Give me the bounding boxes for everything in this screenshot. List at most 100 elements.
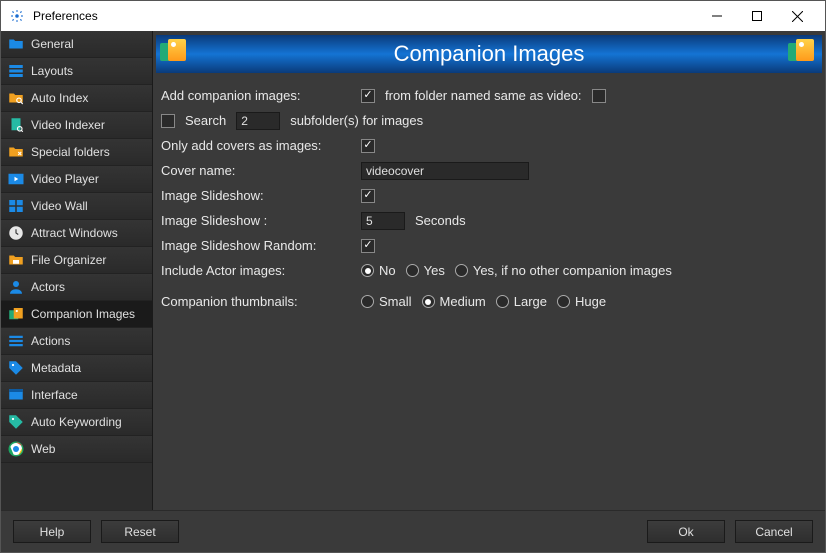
sidebar-item-label: Web <box>31 442 55 456</box>
thumbnail-size-radio[interactable] <box>422 295 435 308</box>
thumbnail-size-radio[interactable] <box>557 295 570 308</box>
slideshow-label: Image Slideshow: <box>161 188 361 203</box>
maximize-button[interactable] <box>737 1 777 31</box>
slideshow-interval-input[interactable] <box>361 212 405 230</box>
include-actor-radio-label: No <box>379 263 396 278</box>
include-actor-label: Include Actor images: <box>161 263 361 278</box>
include-actor-radio[interactable] <box>455 264 468 277</box>
thumbnail-size-radio-label: Large <box>514 294 547 309</box>
tag-icon <box>7 359 25 377</box>
sidebar-item-file-organizer[interactable]: File Organizer <box>1 247 152 274</box>
sidebar-item-web[interactable]: Web <box>1 436 152 463</box>
companion-images-icon <box>788 39 818 69</box>
wall-icon <box>7 197 25 215</box>
slideshow-random-checkbox[interactable] <box>361 239 375 253</box>
include-actor-radio[interactable] <box>406 264 419 277</box>
only-covers-checkbox[interactable] <box>361 139 375 153</box>
include-actor-radio-label: Yes, if no other companion images <box>473 263 672 278</box>
sidebar-item-companion-images[interactable]: Companion Images <box>1 301 152 328</box>
app-gear-icon <box>9 8 25 24</box>
sidebar-item-video-wall[interactable]: Video Wall <box>1 193 152 220</box>
only-covers-label: Only add covers as images: <box>161 138 361 153</box>
thumbnail-size-option[interactable]: Large <box>496 294 547 309</box>
window-title: Preferences <box>33 9 697 23</box>
auto-index-icon <box>7 89 25 107</box>
add-companion-label: Add companion images: <box>161 88 361 103</box>
minimize-button[interactable] <box>697 1 737 31</box>
ok-button[interactable]: Ok <box>647 520 725 543</box>
cancel-button[interactable]: Cancel <box>735 520 813 543</box>
cover-name-input[interactable] <box>361 162 529 180</box>
content-pane: Companion Images Add companion images: f… <box>153 31 825 510</box>
thumbnail-size-option[interactable]: Huge <box>557 294 606 309</box>
sidebar-item-label: Auto Index <box>31 91 88 105</box>
clock-icon <box>7 224 25 242</box>
include-actor-option[interactable]: Yes <box>406 263 445 278</box>
player-icon <box>7 170 25 188</box>
sidebar-item-metadata[interactable]: Metadata <box>1 355 152 382</box>
sidebar-item-attract-windows[interactable]: Attract Windows <box>1 220 152 247</box>
slideshow-interval-unit: Seconds <box>415 213 466 228</box>
sidebar-item-label: Attract Windows <box>31 226 118 240</box>
layouts-icon <box>7 62 25 80</box>
sidebar-item-label: Layouts <box>31 64 73 78</box>
include-actor-option[interactable]: Yes, if no other companion images <box>455 263 672 278</box>
close-button[interactable] <box>777 1 817 31</box>
sidebar-item-auto-keywording[interactable]: Auto Keywording <box>1 409 152 436</box>
thumbnail-size-radio[interactable] <box>496 295 509 308</box>
sidebar-item-video-indexer[interactable]: Video Indexer <box>1 112 152 139</box>
from-folder-checkbox[interactable] <box>592 89 606 103</box>
folder-blue-icon <box>7 35 25 53</box>
actions-icon <box>7 332 25 350</box>
companion-icon <box>7 305 25 323</box>
include-actor-radio[interactable] <box>361 264 374 277</box>
sidebar-item-label: Metadata <box>31 361 81 375</box>
web-icon <box>7 440 25 458</box>
search-count-input[interactable] <box>236 112 280 130</box>
sidebar-item-special-folders[interactable]: Special folders <box>1 139 152 166</box>
thumbnail-size-radio[interactable] <box>361 295 374 308</box>
thumbnail-size-radio-label: Huge <box>575 294 606 309</box>
keywording-icon <box>7 413 25 431</box>
include-actor-radio-label: Yes <box>424 263 445 278</box>
sidebar-item-label: Video Indexer <box>31 118 105 132</box>
add-companion-checkbox[interactable] <box>361 89 375 103</box>
banner-title: Companion Images <box>394 41 585 67</box>
sidebar-item-auto-index[interactable]: Auto Index <box>1 85 152 112</box>
thumbnail-size-radio-label: Small <box>379 294 412 309</box>
search-suffix-label: subfolder(s) for images <box>290 113 423 128</box>
titlebar: Preferences <box>1 1 825 31</box>
search-subfolders-checkbox[interactable] <box>161 114 175 128</box>
sidebar-item-label: Companion Images <box>31 307 135 321</box>
from-folder-label: from folder named same as video: <box>385 88 582 103</box>
sidebar-item-general[interactable]: General <box>1 31 152 58</box>
slideshow-random-label: Image Slideshow Random: <box>161 238 361 253</box>
thumbnail-size-option[interactable]: Medium <box>422 294 486 309</box>
sidebar-item-label: Auto Keywording <box>31 415 122 429</box>
settings-form: Add companion images: from folder named … <box>153 77 825 320</box>
sidebar-item-label: File Organizer <box>31 253 106 267</box>
sidebar-item-actors[interactable]: Actors <box>1 274 152 301</box>
sidebar-item-actions[interactable]: Actions <box>1 328 152 355</box>
sidebar-item-video-player[interactable]: Video Player <box>1 166 152 193</box>
sidebar-item-label: Actions <box>31 334 70 348</box>
interface-icon <box>7 386 25 404</box>
sidebar-item-label: Video Player <box>31 172 99 186</box>
include-actor-option[interactable]: No <box>361 263 396 278</box>
sidebar-item-label: Special folders <box>31 145 110 159</box>
preferences-window: Preferences General Layouts Auto Index Vide… <box>0 0 826 553</box>
sidebar-item-label: Video Wall <box>31 199 88 213</box>
sidebar-item-layouts[interactable]: Layouts <box>1 58 152 85</box>
sidebar-item-label: Actors <box>31 280 65 294</box>
companion-images-icon <box>160 39 190 69</box>
special-folders-icon <box>7 143 25 161</box>
organizer-icon <box>7 251 25 269</box>
thumbnail-size-option[interactable]: Small <box>361 294 412 309</box>
slideshow-checkbox[interactable] <box>361 189 375 203</box>
search-label: Search <box>185 113 226 128</box>
reset-button[interactable]: Reset <box>101 520 179 543</box>
slideshow-interval-label: Image Slideshow : <box>161 213 361 228</box>
sidebar-item-interface[interactable]: Interface <box>1 382 152 409</box>
help-button[interactable]: Help <box>13 520 91 543</box>
indexer-icon <box>7 116 25 134</box>
